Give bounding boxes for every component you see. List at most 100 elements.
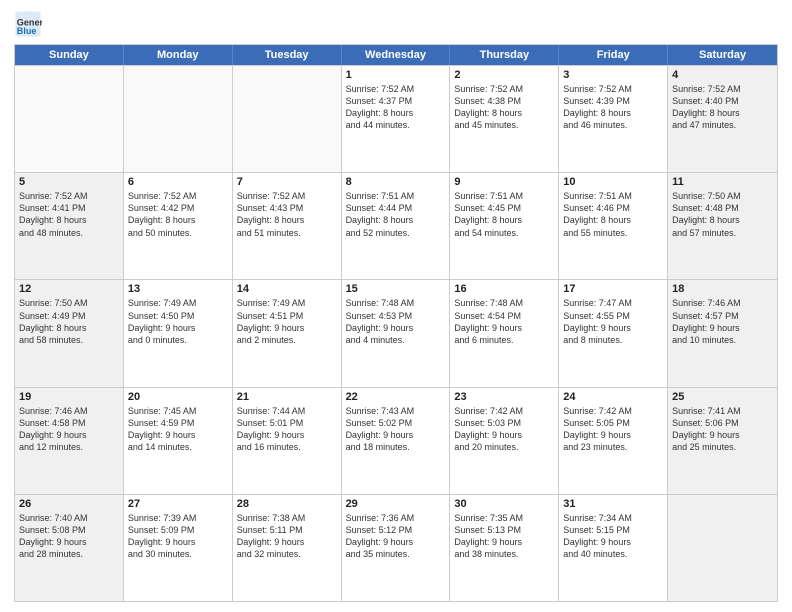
cell-info: Sunrise: 7:42 AMSunset: 5:05 PMDaylight:… bbox=[563, 405, 663, 454]
cell-info: Sunrise: 7:49 AMSunset: 4:50 PMDaylight:… bbox=[128, 297, 228, 346]
cell-info: Sunrise: 7:42 AMSunset: 5:03 PMDaylight:… bbox=[454, 405, 554, 454]
day-number: 18 bbox=[672, 283, 773, 295]
day-number: 16 bbox=[454, 283, 554, 295]
day-number: 27 bbox=[128, 498, 228, 510]
cell-info: Sunrise: 7:41 AMSunset: 5:06 PMDaylight:… bbox=[672, 405, 773, 454]
day-number: 11 bbox=[672, 176, 773, 188]
day-number: 24 bbox=[563, 391, 663, 403]
calendar-cell-day-14: 14Sunrise: 7:49 AMSunset: 4:51 PMDayligh… bbox=[233, 280, 342, 386]
day-number: 29 bbox=[346, 498, 446, 510]
calendar-row-4: 26Sunrise: 7:40 AMSunset: 5:08 PMDayligh… bbox=[15, 494, 777, 601]
calendar-cell-day-15: 15 Sunrise: 7:48 AMSunset: 4:53 PMDayligh… bbox=[342, 280, 451, 386]
day-number: 22 bbox=[346, 391, 446, 403]
calendar-cell-empty bbox=[668, 495, 777, 601]
calendar-cell-day-28: 28 Sunrise: 7:38 AMSunset: 5:11 PMDayligh… bbox=[233, 495, 342, 601]
calendar-cell-day-5: 5Sunrise: 7:52 AMSunset: 4:41 PMDaylight… bbox=[15, 173, 124, 279]
cell-info: Sunrise: 7:48 AMSunset: 4:54 PMDaylight:… bbox=[454, 297, 554, 346]
calendar-cell-day-21: 21Sunrise: 7:44 AMSunset: 5:01 PMDayligh… bbox=[233, 388, 342, 494]
header: General Blue bbox=[14, 10, 778, 38]
day-number: 31 bbox=[563, 498, 663, 510]
calendar-header: SundayMondayTuesdayWednesdayThursdayFrid… bbox=[15, 45, 777, 65]
calendar-cell-day-17: 17 Sunrise: 7:47 AMSunset: 4:55 PMDayligh… bbox=[559, 280, 668, 386]
cell-info: Sunrise: 7:39 AMSunset: 5:09 PMDaylight:… bbox=[128, 512, 228, 561]
calendar-cell-day-23: 23 Sunrise: 7:42 AMSunset: 5:03 PMDayligh… bbox=[450, 388, 559, 494]
calendar-cell-day-31: 31 Sunrise: 7:34 AMSunset: 5:15 PMDayligh… bbox=[559, 495, 668, 601]
day-number: 2 bbox=[454, 69, 554, 81]
calendar-cell-day-25: 25Sunrise: 7:41 AMSunset: 5:06 PMDayligh… bbox=[668, 388, 777, 494]
calendar-cell-day-13: 13 Sunrise: 7:49 AMSunset: 4:50 PMDayligh… bbox=[124, 280, 233, 386]
calendar-cell-empty bbox=[124, 66, 233, 172]
cell-info: Sunrise: 7:35 AMSunset: 5:13 PMDaylight:… bbox=[454, 512, 554, 561]
cell-info: Sunrise: 7:38 AMSunset: 5:11 PMDaylight:… bbox=[237, 512, 337, 561]
cell-info: Sunrise: 7:50 AMSunset: 4:49 PMDaylight:… bbox=[19, 297, 119, 346]
day-number: 12 bbox=[19, 283, 119, 295]
cell-info: Sunrise: 7:51 AMSunset: 4:44 PMDaylight:… bbox=[346, 190, 446, 239]
cell-info: Sunrise: 7:52 AMSunset: 4:37 PMDaylight:… bbox=[346, 83, 446, 132]
cell-info: Sunrise: 7:46 AMSunset: 4:57 PMDaylight:… bbox=[672, 297, 773, 346]
calendar-cell-day-10: 10Sunrise: 7:51 AMSunset: 4:46 PMDayligh… bbox=[559, 173, 668, 279]
weekday-header-saturday: Saturday bbox=[668, 45, 777, 65]
cell-info: Sunrise: 7:48 AMSunset: 4:53 PMDaylight:… bbox=[346, 297, 446, 346]
calendar-row-1: 5Sunrise: 7:52 AMSunset: 4:41 PMDaylight… bbox=[15, 172, 777, 279]
day-number: 5 bbox=[19, 176, 119, 188]
calendar-cell-day-19: 19 Sunrise: 7:46 AMSunset: 4:58 PMDayligh… bbox=[15, 388, 124, 494]
calendar-cell-day-12: 12 Sunrise: 7:50 AMSunset: 4:49 PMDayligh… bbox=[15, 280, 124, 386]
day-number: 9 bbox=[454, 176, 554, 188]
cell-info: Sunrise: 7:40 AMSunset: 5:08 PMDaylight:… bbox=[19, 512, 119, 561]
calendar-body: 1 Sunrise: 7:52 AMSunset: 4:37 PMDaylight… bbox=[15, 65, 777, 601]
calendar-cell-empty bbox=[233, 66, 342, 172]
calendar-cell-day-30: 30 Sunrise: 7:35 AMSunset: 5:13 PMDayligh… bbox=[450, 495, 559, 601]
cell-info: Sunrise: 7:45 AMSunset: 4:59 PMDaylight:… bbox=[128, 405, 228, 454]
calendar-cell-day-18: 18 Sunrise: 7:46 AMSunset: 4:57 PMDayligh… bbox=[668, 280, 777, 386]
cell-info: Sunrise: 7:49 AMSunset: 4:51 PMDaylight:… bbox=[237, 297, 337, 346]
page: General Blue SundayMondayTuesdayWednesda… bbox=[0, 0, 792, 612]
calendar-cell-day-2: 2 Sunrise: 7:52 AMSunset: 4:38 PMDaylight… bbox=[450, 66, 559, 172]
day-number: 4 bbox=[672, 69, 773, 81]
cell-info: Sunrise: 7:36 AMSunset: 5:12 PMDaylight:… bbox=[346, 512, 446, 561]
day-number: 17 bbox=[563, 283, 663, 295]
day-number: 19 bbox=[19, 391, 119, 403]
calendar-cell-day-27: 27 Sunrise: 7:39 AMSunset: 5:09 PMDayligh… bbox=[124, 495, 233, 601]
day-number: 30 bbox=[454, 498, 554, 510]
logo: General Blue bbox=[14, 10, 46, 38]
calendar-row-2: 12 Sunrise: 7:50 AMSunset: 4:49 PMDayligh… bbox=[15, 279, 777, 386]
cell-info: Sunrise: 7:51 AMSunset: 4:45 PMDaylight:… bbox=[454, 190, 554, 239]
day-number: 8 bbox=[346, 176, 446, 188]
day-number: 3 bbox=[563, 69, 663, 81]
calendar-cell-day-16: 16 Sunrise: 7:48 AMSunset: 4:54 PMDayligh… bbox=[450, 280, 559, 386]
day-number: 15 bbox=[346, 283, 446, 295]
svg-text:Blue: Blue bbox=[17, 26, 37, 36]
cell-info: Sunrise: 7:52 AMSunset: 4:38 PMDaylight:… bbox=[454, 83, 554, 132]
calendar-cell-day-11: 11 Sunrise: 7:50 AMSunset: 4:48 PMDayligh… bbox=[668, 173, 777, 279]
calendar-cell-day-1: 1 Sunrise: 7:52 AMSunset: 4:37 PMDaylight… bbox=[342, 66, 451, 172]
day-number: 28 bbox=[237, 498, 337, 510]
cell-info: Sunrise: 7:34 AMSunset: 5:15 PMDaylight:… bbox=[563, 512, 663, 561]
cell-info: Sunrise: 7:43 AMSunset: 5:02 PMDaylight:… bbox=[346, 405, 446, 454]
weekday-header-sunday: Sunday bbox=[15, 45, 124, 65]
day-number: 13 bbox=[128, 283, 228, 295]
day-number: 1 bbox=[346, 69, 446, 81]
day-number: 20 bbox=[128, 391, 228, 403]
cell-info: Sunrise: 7:50 AMSunset: 4:48 PMDaylight:… bbox=[672, 190, 773, 239]
calendar-row-3: 19 Sunrise: 7:46 AMSunset: 4:58 PMDayligh… bbox=[15, 387, 777, 494]
calendar-cell-empty bbox=[15, 66, 124, 172]
cell-info: Sunrise: 7:52 AMSunset: 4:39 PMDaylight:… bbox=[563, 83, 663, 132]
weekday-header-monday: Monday bbox=[124, 45, 233, 65]
cell-info: Sunrise: 7:47 AMSunset: 4:55 PMDaylight:… bbox=[563, 297, 663, 346]
calendar-cell-day-26: 26Sunrise: 7:40 AMSunset: 5:08 PMDayligh… bbox=[15, 495, 124, 601]
cell-info: Sunrise: 7:52 AMSunset: 4:43 PMDaylight:… bbox=[237, 190, 337, 239]
day-number: 21 bbox=[237, 391, 337, 403]
weekday-header-wednesday: Wednesday bbox=[342, 45, 451, 65]
calendar-row-0: 1 Sunrise: 7:52 AMSunset: 4:37 PMDaylight… bbox=[15, 65, 777, 172]
day-number: 23 bbox=[454, 391, 554, 403]
cell-info: Sunrise: 7:46 AMSunset: 4:58 PMDaylight:… bbox=[19, 405, 119, 454]
calendar-cell-day-7: 7 Sunrise: 7:52 AMSunset: 4:43 PMDaylight… bbox=[233, 173, 342, 279]
calendar-cell-day-9: 9 Sunrise: 7:51 AMSunset: 4:45 PMDaylight… bbox=[450, 173, 559, 279]
calendar-cell-day-20: 20 Sunrise: 7:45 AMSunset: 4:59 PMDayligh… bbox=[124, 388, 233, 494]
calendar-cell-day-6: 6Sunrise: 7:52 AMSunset: 4:42 PMDaylight… bbox=[124, 173, 233, 279]
cell-info: Sunrise: 7:51 AMSunset: 4:46 PMDaylight:… bbox=[563, 190, 663, 239]
calendar: SundayMondayTuesdayWednesdayThursdayFrid… bbox=[14, 44, 778, 602]
day-number: 7 bbox=[237, 176, 337, 188]
calendar-cell-day-3: 3 Sunrise: 7:52 AMSunset: 4:39 PMDaylight… bbox=[559, 66, 668, 172]
calendar-cell-day-4: 4Sunrise: 7:52 AMSunset: 4:40 PMDaylight… bbox=[668, 66, 777, 172]
